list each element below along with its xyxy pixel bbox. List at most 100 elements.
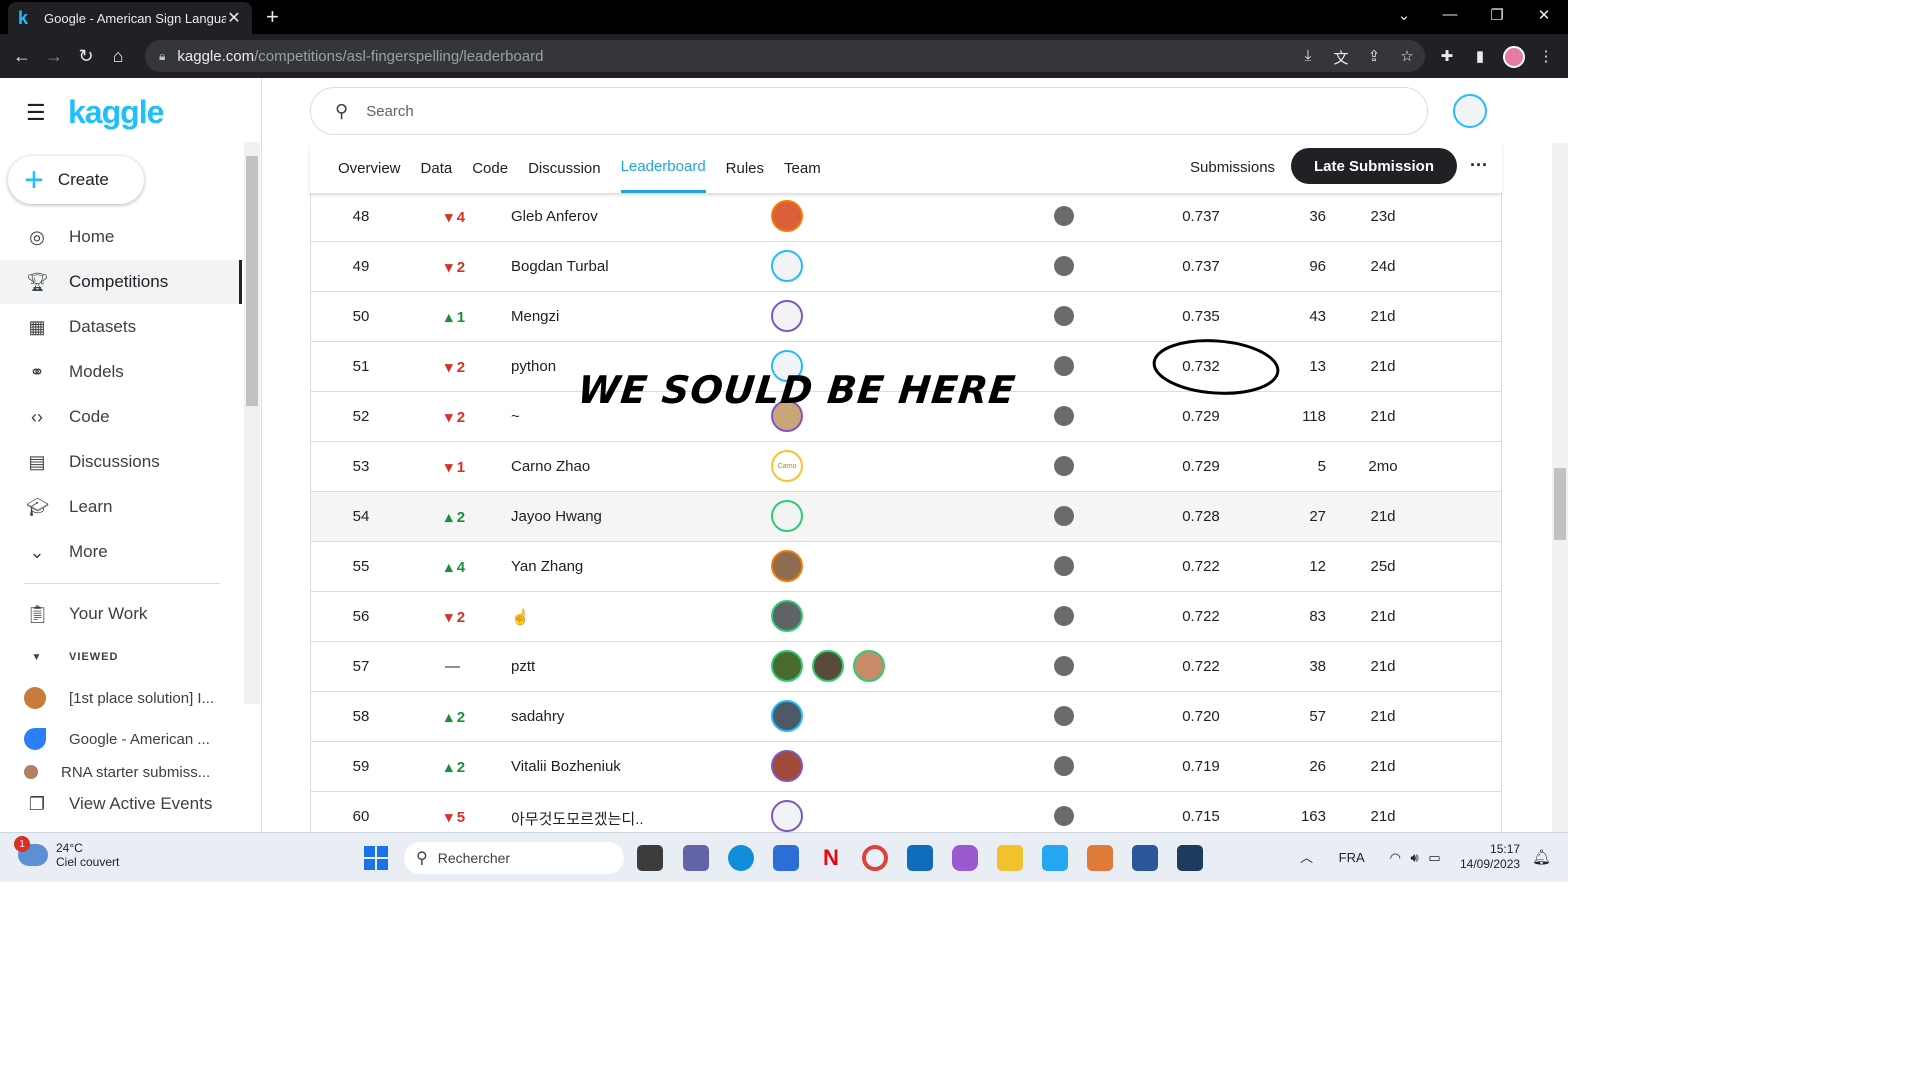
windows-start-icon[interactable]: [364, 846, 388, 870]
submission-icon[interactable]: [1054, 406, 1074, 426]
edge-app-icon[interactable]: [728, 845, 754, 871]
weather-widget[interactable]: 1 24°C Ciel couvert: [14, 836, 119, 869]
viewed-item[interactable]: Google - American ...: [0, 720, 240, 758]
chrome-menu-icon[interactable]: ⋮: [1536, 47, 1556, 65]
team-name[interactable]: Bogdan Turbal: [511, 258, 761, 275]
sidebar-item-home[interactable]: ◎ Home: [0, 215, 242, 259]
sidebar-item-your-work[interactable]: 📋︎ Your Work: [0, 592, 242, 636]
sidebar-item-discussions[interactable]: ▤ Discussions: [0, 440, 242, 484]
tab-data[interactable]: Data: [421, 143, 453, 193]
submission-icon[interactable]: [1054, 706, 1074, 726]
member-avatar[interactable]: [771, 200, 803, 232]
submission-icon[interactable]: [1054, 256, 1074, 276]
sidepanel-icon[interactable]: ▮: [1470, 47, 1490, 65]
kaggle-logo[interactable]: kaggle: [68, 94, 164, 131]
minimize-button[interactable]: —: [1438, 6, 1462, 23]
new-tab-button[interactable]: +: [266, 4, 286, 30]
submission-icon[interactable]: [1054, 806, 1074, 826]
netflix-app-icon[interactable]: N: [818, 845, 844, 871]
sidebar-item-learn[interactable]: 🎓︎ Learn: [0, 485, 242, 529]
back-icon[interactable]: ←: [6, 46, 38, 67]
bookmark-star-icon[interactable]: ☆: [1397, 47, 1417, 65]
submission-icon[interactable]: [1054, 506, 1074, 526]
member-avatar[interactable]: [771, 650, 803, 682]
team-name[interactable]: 아무것도모르겠는디..: [511, 808, 761, 829]
viewed-header[interactable]: ▼ VIEWED: [0, 635, 242, 679]
browser-tab[interactable]: k Google - American Sign Languag ✕: [8, 2, 252, 34]
team-name[interactable]: Mengzi: [511, 308, 761, 325]
page-scrollbar-thumb[interactable]: [1554, 468, 1566, 540]
tab-search-icon[interactable]: ⌄: [1392, 6, 1416, 24]
file-explorer-icon[interactable]: [997, 845, 1023, 871]
submission-icon[interactable]: [1054, 356, 1074, 376]
table-row[interactable]: 48 ▾ 4 Gleb Anferov 0.737 36 23d: [311, 192, 1501, 242]
notifications-bell-icon[interactable]: 🔔︎: [1532, 848, 1551, 866]
sidebar-scrollbar-thumb[interactable]: [246, 156, 258, 406]
store-app-icon[interactable]: [773, 845, 799, 871]
member-avatar[interactable]: [771, 250, 803, 282]
sidebar-item-more[interactable]: ⌄ More: [0, 530, 242, 574]
forward-icon[interactable]: →: [38, 46, 70, 67]
member-avatar[interactable]: [771, 800, 803, 832]
table-row[interactable]: 59 ▴ 2 Vitalii Bozheniuk 0.719 26 21d: [311, 742, 1501, 792]
sidebar-item-competitions[interactable]: 🏆︎ Competitions: [0, 260, 242, 304]
taskbar-search[interactable]: ⚲ Rechercher: [404, 842, 624, 874]
share-icon[interactable]: ⇪: [1364, 47, 1384, 65]
submission-icon[interactable]: [1054, 756, 1074, 776]
taskbar-clock[interactable]: 15:17 14/09/2023: [1460, 842, 1520, 872]
terminal-app-icon[interactable]: [637, 845, 663, 871]
member-avatar[interactable]: [771, 600, 803, 632]
user-avatar[interactable]: [1453, 94, 1487, 128]
home-icon[interactable]: ⌂: [102, 46, 134, 67]
member-avatar[interactable]: [812, 650, 844, 682]
close-tab-icon[interactable]: ✕: [226, 8, 242, 28]
team-name[interactable]: Carno Zhao: [511, 458, 761, 475]
tab-overview[interactable]: Overview: [338, 143, 401, 193]
team-name[interactable]: Vitalii Bozheniuk: [511, 758, 761, 775]
submission-icon[interactable]: [1054, 456, 1074, 476]
tab-leaderboard[interactable]: Leaderboard: [620, 143, 706, 193]
member-avatar[interactable]: Carno: [771, 450, 803, 482]
table-row[interactable]: 56 ▾ 2 ☝ 0.722 83 21d: [311, 592, 1501, 642]
member-avatar[interactable]: [853, 650, 885, 682]
member-avatar[interactable]: [771, 750, 803, 782]
member-avatar[interactable]: [771, 700, 803, 732]
late-submission-button[interactable]: Late Submission: [1291, 148, 1457, 184]
wifi-icon[interactable]: ◠: [1390, 850, 1401, 865]
hamburger-menu-icon[interactable]: ☰: [26, 100, 46, 126]
tab-team[interactable]: Team: [784, 143, 821, 193]
copilot-app-icon[interactable]: [952, 845, 978, 871]
create-button[interactable]: + Create: [8, 156, 144, 204]
table-row[interactable]: 53 ▾ 1 Carno Zhao Carno 0.729 5 2mo: [311, 442, 1501, 492]
word-app-icon[interactable]: [1132, 845, 1158, 871]
submission-icon[interactable]: [1054, 656, 1074, 676]
reload-icon[interactable]: ↻: [70, 46, 102, 67]
team-name[interactable]: Jayoo Hwang: [511, 508, 761, 525]
profile-avatar[interactable]: [1503, 46, 1525, 68]
table-row[interactable]: 49 ▾ 2 Bogdan Turbal 0.737 96 24d: [311, 242, 1501, 292]
install-icon[interactable]: ⤓: [1298, 47, 1318, 64]
submission-icon[interactable]: [1054, 556, 1074, 576]
outlook-app-icon[interactable]: [907, 845, 933, 871]
close-window-button[interactable]: ✕: [1532, 6, 1556, 24]
member-avatar[interactable]: [771, 300, 803, 332]
chrome-app-icon[interactable]: [862, 845, 888, 871]
submission-icon[interactable]: [1054, 606, 1074, 626]
vscode-app-icon[interactable]: [1042, 845, 1068, 871]
table-row[interactable]: 57 — pztt 0.722 38 21d: [311, 642, 1501, 692]
teams-app-icon[interactable]: [683, 845, 709, 871]
sidebar-item-datasets[interactable]: ▦ Datasets: [0, 305, 242, 349]
viewed-item[interactable]: [1st place solution] I...: [0, 679, 240, 717]
translate-icon[interactable]: 文: [1331, 47, 1351, 68]
submissions-link[interactable]: Submissions: [1190, 159, 1275, 176]
team-name[interactable]: ☝: [511, 608, 761, 626]
security-app-icon[interactable]: [1177, 845, 1203, 871]
team-name[interactable]: Yan Zhang: [511, 558, 761, 575]
tab-rules[interactable]: Rules: [726, 143, 764, 193]
system-tray[interactable]: ︿ FRA ◠ 🔊︎ ▭: [1300, 847, 1441, 866]
viewed-item[interactable]: RNA starter submiss...: [0, 760, 240, 784]
battery-icon[interactable]: ▭: [1428, 850, 1440, 865]
chart-app-icon[interactable]: [1087, 845, 1113, 871]
address-bar[interactable]: 🔒︎ kaggle.com /competitions/asl-fingersp…: [145, 40, 1425, 72]
maximize-button[interactable]: ❐: [1485, 6, 1509, 24]
